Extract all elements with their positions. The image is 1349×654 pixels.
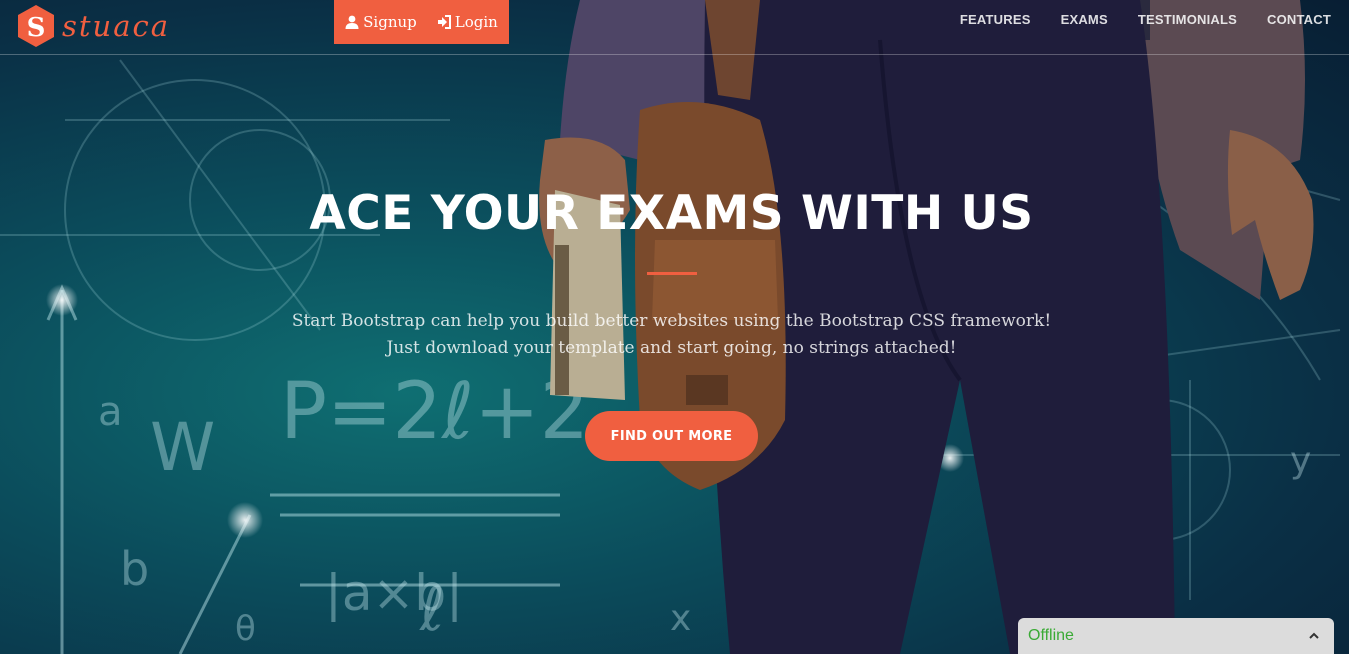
nav-exams[interactable]: EXAMS xyxy=(1061,12,1108,27)
nav-contact[interactable]: CONTACT xyxy=(1267,12,1331,27)
logo-letter: S xyxy=(27,13,46,43)
brand[interactable]: S stuaca xyxy=(16,3,170,49)
hero-text-line-2: Just download your template and start go… xyxy=(386,338,957,358)
login-link[interactable]: Login xyxy=(437,13,498,31)
hero-section: ACE YOUR EXAMS WITH US Start Bootstrap c… xyxy=(0,0,1349,654)
nav-features[interactable]: FEATURES xyxy=(960,12,1031,27)
hero-text-line-1: Start Bootstrap can help you build bette… xyxy=(291,311,1052,331)
signup-label: Signup xyxy=(363,13,417,31)
hexagon-logo-icon: S xyxy=(18,5,54,47)
hero-divider xyxy=(647,272,697,275)
signup-link[interactable]: Signup xyxy=(345,13,417,31)
find-out-more-button[interactable]: FIND OUT MORE xyxy=(585,411,758,461)
hero-description: Start Bootstrap can help you build bette… xyxy=(0,308,1343,362)
top-navbar: S stuaca Signup Login FEATURES EXAMS TES… xyxy=(0,0,1349,55)
landing-page: P=2ℓ+2 a W b |a×b| θ ℓ x y S stuaca Sign… xyxy=(0,0,1349,654)
brand-name: stuaca xyxy=(62,9,171,43)
main-nav: FEATURES EXAMS TESTIMONIALS CONTACT xyxy=(960,0,1331,38)
chat-widget[interactable]: Offline xyxy=(1018,618,1334,654)
user-icon xyxy=(345,15,359,29)
hero-title: ACE YOUR EXAMS WITH US xyxy=(309,186,1034,241)
auth-box: Signup Login xyxy=(334,0,509,44)
nav-testimonials[interactable]: TESTIMONIALS xyxy=(1138,12,1237,27)
login-label: Login xyxy=(454,13,498,31)
chat-status: Offline xyxy=(1028,627,1074,644)
sign-in-icon xyxy=(437,15,451,29)
chevron-up-icon[interactable] xyxy=(1308,630,1320,642)
